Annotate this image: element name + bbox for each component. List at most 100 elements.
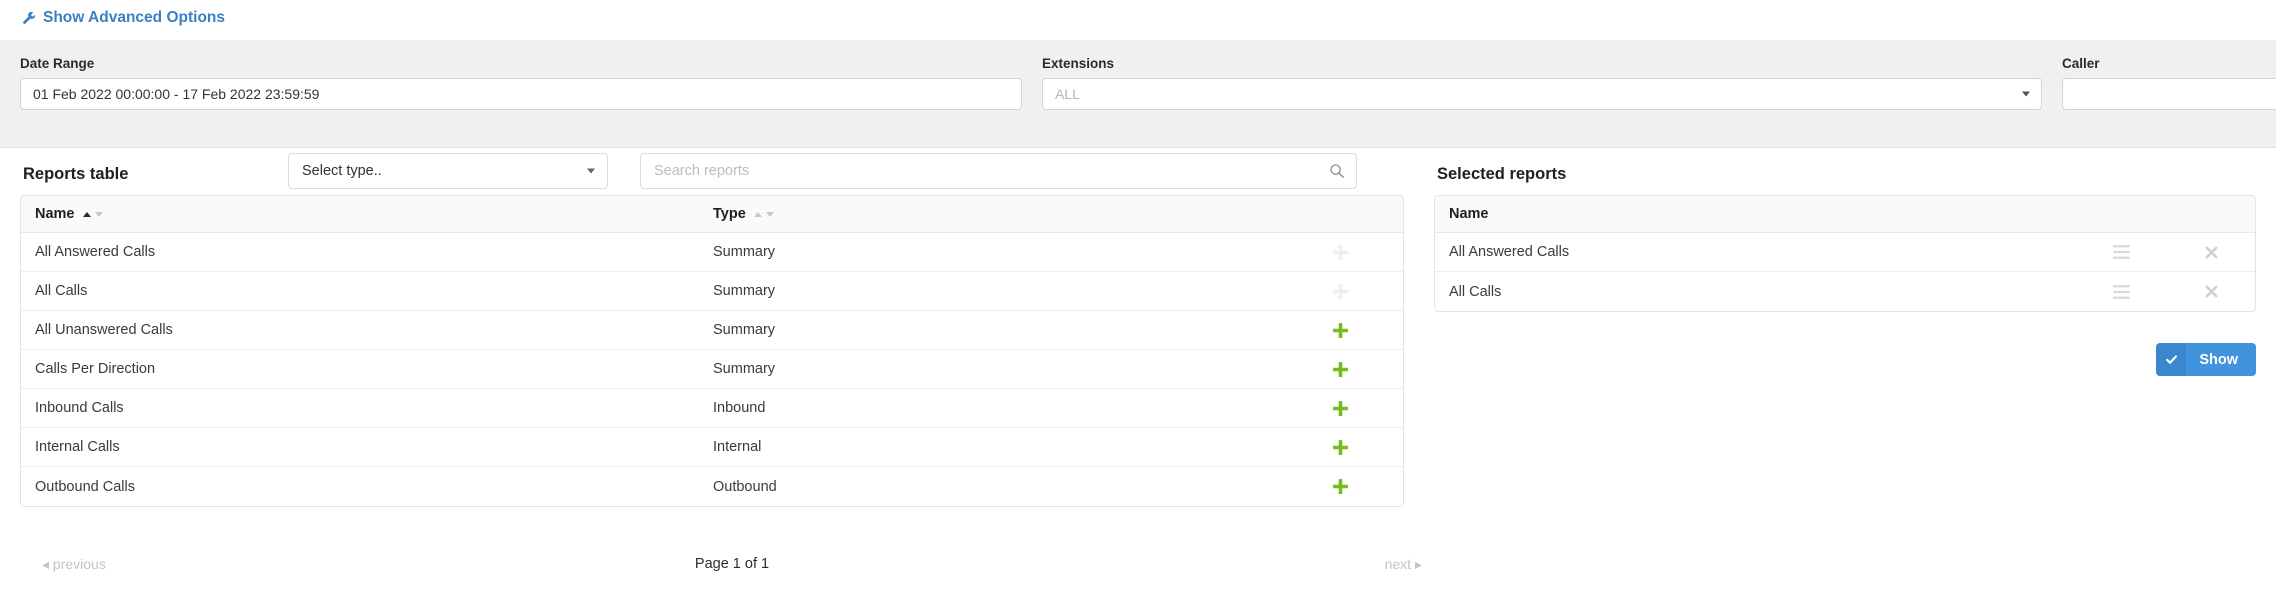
search-reports-input[interactable] [641, 154, 1356, 188]
pagination: ◂ previous Page 1 of 1 next ▸ [40, 549, 1424, 585]
report-type: Summary [713, 244, 776, 260]
list-item[interactable]: All Calls [1435, 272, 2255, 311]
report-name: All Calls [35, 283, 88, 299]
plus-icon-disabled [1332, 283, 1348, 299]
add-report-button[interactable] [1277, 244, 1403, 261]
extensions-select[interactable]: ALL [1042, 78, 2042, 111]
column-header-name-label: Name [35, 206, 75, 222]
report-name: Calls Per Direction [35, 361, 156, 377]
report-name: Outbound Calls [35, 478, 135, 495]
search-reports-wrapper [640, 153, 1357, 189]
selected-reports-table: Name All Answered Calls All Calls [1434, 195, 2256, 312]
selected-reports-panel: Selected reports Name All Answered Calls [1434, 149, 2256, 376]
filter-band: Date Range Extensions ALL Caller [0, 40, 2276, 148]
column-header-type-label: Type [713, 206, 746, 222]
selected-table-header: Name [1435, 196, 2255, 233]
extensions-label: Extensions [1042, 56, 1115, 71]
show-advanced-options-link[interactable]: Show Advanced Options [20, 6, 227, 30]
selected-reports-toolbar: Selected reports [1434, 149, 2256, 195]
add-report-button[interactable] [1277, 400, 1403, 417]
main-content: Reports table Select type.. Search repor… [0, 149, 2276, 609]
column-header-name-label: Name [1449, 206, 1489, 222]
reports-toolbar: Reports table Select type.. [20, 149, 1404, 195]
plus-icon [1332, 400, 1348, 416]
add-report-button[interactable] [1277, 283, 1403, 300]
list-item[interactable]: All Answered Calls [1435, 233, 2255, 272]
table-row[interactable]: Internal Calls Internal [21, 428, 1403, 467]
sort-desc-icon[interactable] [765, 211, 774, 217]
plus-icon [1332, 361, 1348, 377]
plus-icon [1332, 479, 1348, 494]
advanced-options-bar: Show Advanced Options [0, 0, 2276, 40]
sort-asc-icon[interactable] [82, 211, 91, 217]
page-info: Page 1 of 1 [694, 556, 770, 572]
caller-label: Caller [2062, 56, 2100, 71]
date-range-input[interactable] [20, 78, 1022, 111]
next-page-label: next [1384, 556, 1412, 572]
check-icon-container [2156, 343, 2187, 376]
sort-asc-icon[interactable] [753, 211, 762, 217]
remove-report-button[interactable] [2167, 245, 2255, 260]
chevron-down-icon [2022, 91, 2030, 97]
table-row[interactable]: Inbound Calls Inbound [21, 389, 1403, 428]
add-report-button[interactable] [1277, 322, 1403, 339]
hamburger-drag-icon [2112, 245, 2130, 259]
report-name: Inbound Calls [35, 400, 124, 416]
drag-handle[interactable] [2075, 284, 2167, 299]
report-type: Inbound [713, 400, 766, 416]
show-button[interactable]: Show [2156, 343, 2256, 376]
reports-selection-page: Show Advanced Options Date Range Extensi… [0, 0, 2276, 609]
table-row[interactable]: All Answered Calls Summary [21, 233, 1403, 272]
caller-field: Caller [2062, 56, 2276, 111]
select-type-dropdown[interactable]: Select type.. [288, 153, 608, 189]
extensions-field: Extensions ALL [1042, 56, 2042, 111]
selected-report-name: All Calls [1449, 283, 1502, 300]
report-name: All Unanswered Calls [35, 322, 173, 338]
selected-report-name: All Answered Calls [1449, 244, 1570, 260]
report-type: Summary [713, 283, 776, 299]
date-range-field: Date Range [20, 56, 1022, 111]
caller-input[interactable] [2062, 78, 2276, 111]
close-icon [2205, 246, 2217, 258]
drag-handle[interactable] [2075, 245, 2167, 259]
report-name: Internal Calls [35, 439, 120, 455]
add-report-button[interactable] [1277, 439, 1403, 456]
plus-icon [1332, 439, 1348, 455]
column-header-name: Name [1435, 206, 2075, 222]
chevron-down-icon [587, 168, 595, 174]
advanced-options-label: Show Advanced Options [43, 9, 225, 26]
sort-controls-name[interactable] [82, 211, 103, 217]
plus-icon [1332, 322, 1348, 338]
date-range-label: Date Range [20, 56, 95, 71]
check-icon [2165, 355, 2177, 364]
previous-page-button[interactable]: ◂ previous [42, 556, 106, 573]
report-type: Summary [713, 361, 776, 377]
previous-page-label: previous [52, 556, 106, 572]
column-header-type[interactable]: Type [699, 206, 1277, 222]
report-name: All Answered Calls [35, 244, 156, 260]
table-row[interactable]: All Unanswered Calls Summary [21, 311, 1403, 350]
show-button-label: Show [2186, 343, 2256, 376]
report-type: Internal [713, 439, 762, 455]
close-icon [2205, 285, 2217, 298]
table-row[interactable]: Calls Per Direction Summary [21, 350, 1403, 389]
column-header-name[interactable]: Name [21, 206, 699, 222]
selected-reports-title: Selected reports [1437, 165, 1567, 183]
sort-desc-icon[interactable] [94, 211, 103, 217]
sort-controls-type[interactable] [753, 211, 774, 217]
next-page-button[interactable]: next ▸ [1385, 556, 1422, 573]
extensions-placeholder: ALL [1055, 86, 1080, 103]
table-row[interactable]: Outbound Calls Outbound [21, 467, 1403, 506]
add-report-button[interactable] [1277, 361, 1403, 378]
report-type: Summary [713, 322, 776, 338]
report-type: Outbound [713, 478, 777, 495]
reports-table-title: Reports table [23, 165, 129, 183]
reports-table-header: Name Type [21, 196, 1403, 233]
select-type-label: Select type.. [302, 163, 382, 179]
reports-table: Name Type All Answered Calls Summary All… [20, 195, 1404, 507]
add-report-button[interactable] [1277, 478, 1403, 495]
wrench-icon [22, 11, 36, 25]
table-row[interactable]: All Calls Summary [21, 272, 1403, 311]
remove-report-button[interactable] [2167, 284, 2255, 299]
plus-icon-disabled [1332, 244, 1348, 260]
